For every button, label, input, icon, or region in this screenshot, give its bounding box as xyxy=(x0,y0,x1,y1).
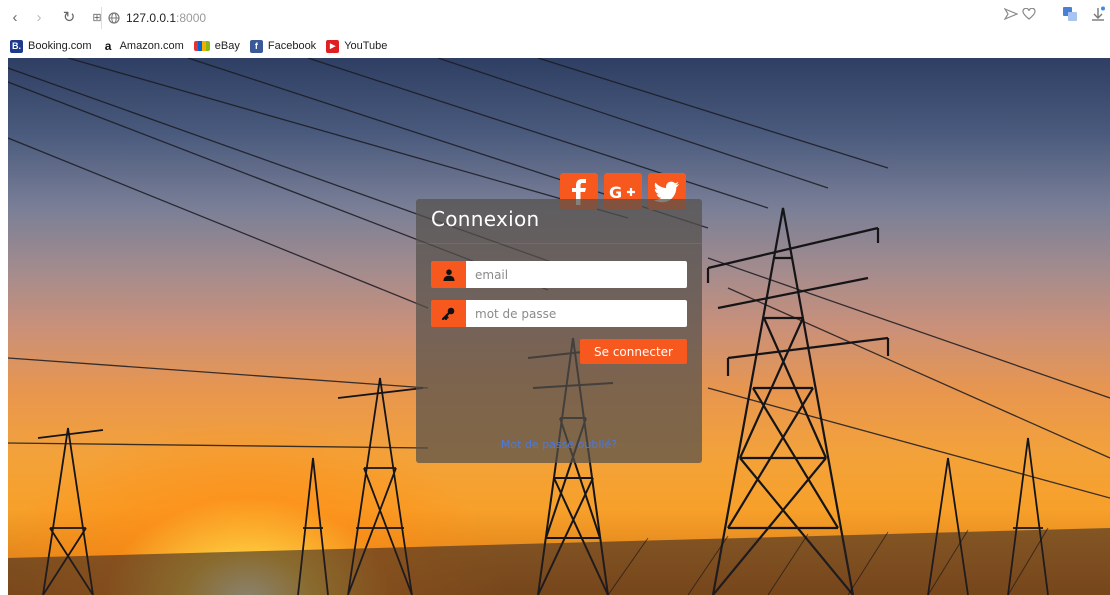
bookmark-amazon[interactable]: a Amazon.com xyxy=(102,39,184,53)
bookmark-label: Facebook xyxy=(267,40,317,52)
bookmark-label: eBay xyxy=(214,40,240,52)
back-button[interactable]: ‹ xyxy=(6,9,24,26)
heart-icon[interactable] xyxy=(1022,8,1036,20)
title-divider xyxy=(416,243,702,244)
bookmark-label: YouTube xyxy=(344,40,388,52)
downloads-icon[interactable] xyxy=(1090,6,1106,22)
password-input[interactable] xyxy=(466,300,687,327)
bookmark-ebay[interactable]: eBay xyxy=(193,40,240,52)
password-field-group xyxy=(431,300,687,327)
login-title: Connexion xyxy=(431,207,540,231)
bookmarks-bar: B. Booking.com a Amazon.com eBay f Faceb… xyxy=(0,34,1110,58)
login-card: Connexion Se connecter Mot de passe oubl… xyxy=(416,199,702,463)
forgot-password-link[interactable]: Mot de passe oublié? xyxy=(416,438,702,451)
key-icon xyxy=(431,300,466,327)
facebook-icon: f xyxy=(249,39,263,53)
forward-button[interactable]: › xyxy=(30,9,48,26)
email-field-group xyxy=(431,261,687,288)
login-button[interactable]: Se connecter xyxy=(580,339,687,364)
bookmark-label: Booking.com xyxy=(28,40,92,52)
svg-text:G: G xyxy=(609,183,622,201)
bookmark-facebook[interactable]: f Facebook xyxy=(249,39,317,53)
url-text: 127.0.0.1:8000 xyxy=(126,11,207,25)
site-info-icon[interactable] xyxy=(108,12,120,24)
email-input[interactable] xyxy=(466,261,687,288)
bookmark-label: Amazon.com xyxy=(119,40,184,52)
send-icon[interactable] xyxy=(1004,8,1018,20)
user-icon xyxy=(431,261,466,288)
bookmark-youtube[interactable]: ▶ YouTube xyxy=(326,39,388,53)
reload-button[interactable]: ↻ xyxy=(60,8,78,26)
google-plus-icon: G xyxy=(609,183,635,201)
amazon-icon: a xyxy=(104,39,112,53)
browser-toolbar: ‹ › ↻ ⊞ 127.0.0.1:8000 xyxy=(0,0,1110,34)
youtube-icon: ▶ xyxy=(326,39,340,53)
address-bar[interactable]: 127.0.0.1:8000 xyxy=(101,7,1099,29)
ebay-icon xyxy=(193,41,210,51)
bookmark-booking[interactable]: B. Booking.com xyxy=(10,39,92,53)
page-viewport: G Connexion Se connecter Mot de passe ou… xyxy=(8,58,1110,595)
translate-icon[interactable] xyxy=(1062,6,1078,22)
booking-icon: B. xyxy=(10,39,23,53)
